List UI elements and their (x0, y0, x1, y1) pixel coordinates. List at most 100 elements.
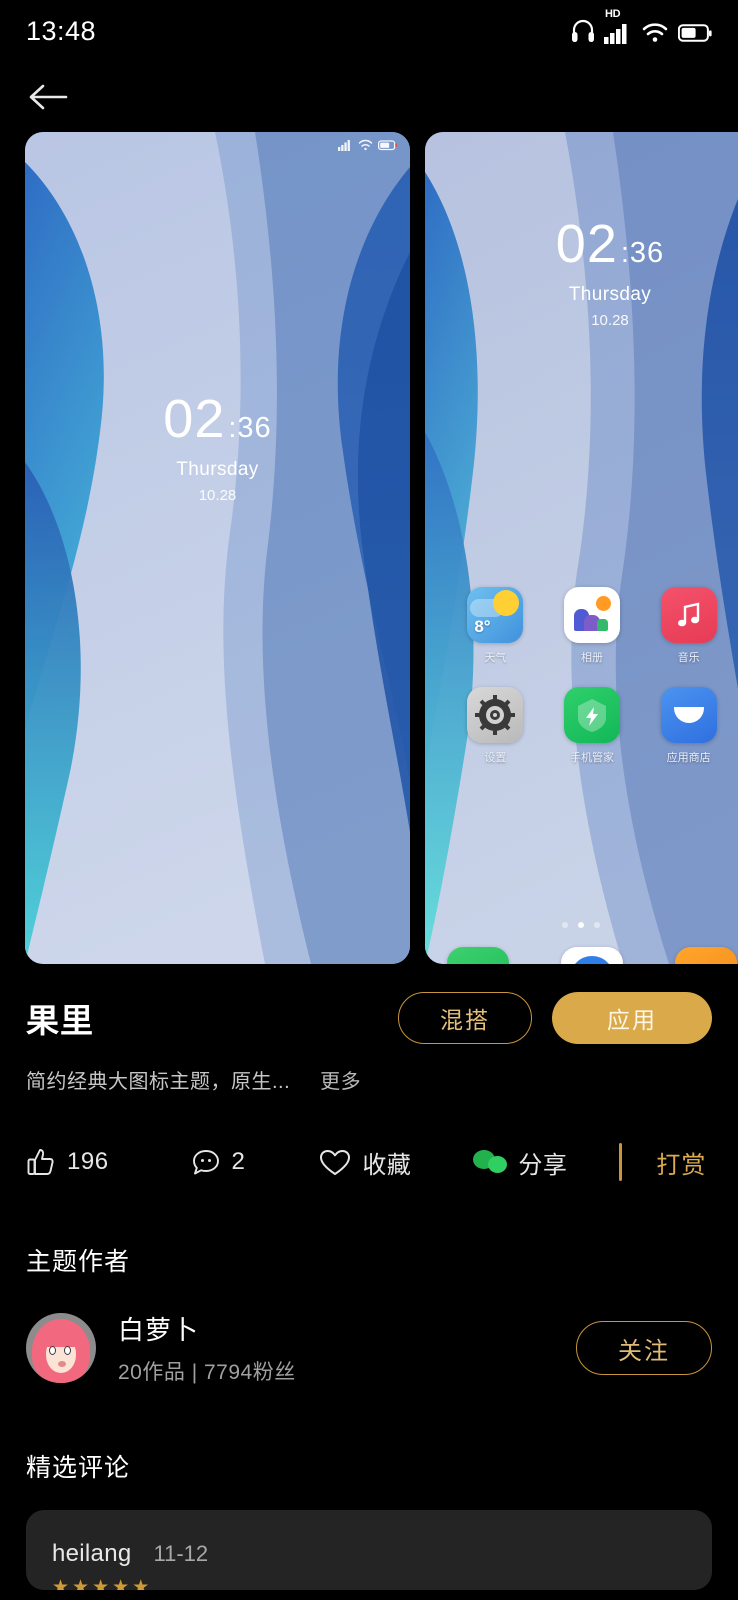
apply-button[interactable]: 应用 (552, 992, 712, 1044)
preview-card-homescreen[interactable]: 02 :36 Thursday 10.28 8° 天气 相册 音乐 设置 手机管… (425, 132, 738, 964)
app-label: 应用商店 (666, 752, 711, 764)
reward-button[interactable]: 打赏 (656, 1145, 706, 1180)
wechat-icon (473, 1148, 508, 1176)
home-dock (447, 947, 737, 964)
phone-manager-icon (563, 687, 620, 743)
comment-username: heilang (52, 1540, 132, 1567)
share-label: 分享 (518, 1151, 568, 1179)
theme-preview-gallery[interactable]: 02 :36 Thursday 10.28 02:36 Thursday 10… (0, 132, 738, 964)
phone-icon[interactable] (447, 947, 509, 964)
clock-weekday: Thursday (176, 459, 259, 480)
author-row: 白萝卜 20作品 | 7794粉丝 关注 (0, 1310, 738, 1386)
follow-button[interactable]: 关注 (576, 1321, 712, 1375)
smile-shape (673, 707, 704, 723)
comment-button[interactable]: 2 (191, 1147, 246, 1177)
lockscreen-clock: 02 :36 Thursday 10.28 (25, 392, 410, 504)
theme-info-section: 果里 混搭 应用 简约经典大图标主题，原生... 更多 196 2 收藏 分享 … (0, 985, 738, 1590)
wechat-bubble-front (488, 1156, 508, 1173)
app-label: 设置 (484, 752, 507, 764)
avatar-eye-left (49, 1346, 56, 1355)
homescreen-clock: 02 :36 Thursday 10.28 (425, 217, 738, 329)
music-icon (660, 587, 717, 643)
star-icon: ★ (112, 1577, 130, 1590)
comments-section: 精选评论 heilang 11-12 ★ ★ ★ ★ ★ (0, 1448, 738, 1590)
system-status-bar: 13:48 HD (0, 0, 738, 62)
preview-wifi-icon (358, 139, 373, 151)
star-icon: ★ (132, 1577, 150, 1590)
clock-hour: 02 (555, 214, 618, 274)
comment-header: heilang 11-12 (52, 1540, 686, 1568)
author-text: 白萝卜 20作品 | 7794粉丝 (118, 1310, 296, 1386)
navigation-bar (0, 62, 738, 132)
page-dot (562, 922, 568, 928)
app-label: 音乐 (677, 652, 700, 664)
sun-shape (493, 590, 520, 616)
preview-signal-icon (338, 140, 350, 151)
hd-signal-group: HD (604, 8, 632, 44)
clock-date: 10.28 (198, 487, 237, 504)
clock-weekday: Thursday (568, 284, 652, 305)
page-dot (594, 922, 600, 928)
title-row: 果里 混搭 应用 (0, 985, 738, 1051)
weather-icon: 8° (467, 587, 524, 643)
action-row: 196 2 收藏 分享 打赏 (0, 1138, 738, 1186)
signal-icon (604, 24, 627, 44)
action-buttons: 混搭 应用 (398, 992, 712, 1044)
star-icon: ★ (92, 1577, 110, 1590)
camera-icon[interactable] (561, 947, 623, 964)
author-info[interactable]: 白萝卜 20作品 | 7794粉丝 (26, 1310, 296, 1386)
theme-description: 简约经典大图标主题，原生... (26, 1071, 291, 1093)
app-phone-manager[interactable]: 手机管家 (555, 687, 629, 765)
star-icon: ★ (72, 1577, 90, 1590)
settings-icon (467, 687, 524, 743)
like-count: 196 (67, 1148, 109, 1175)
comment-date: 11-12 (153, 1541, 209, 1566)
hd-label: HD (605, 8, 621, 20)
app-music[interactable]: 音乐 (652, 587, 726, 665)
preview-status-bar (338, 139, 398, 151)
app-label: 手机管家 (569, 752, 614, 764)
clock-time: 02 :36 (163, 392, 271, 446)
battery-icon (678, 24, 712, 42)
comment-count: 2 (231, 1148, 246, 1175)
app-weather[interactable]: 8° 天气 (458, 587, 532, 665)
description-row: 简约经典大图标主题，原生... 更多 (0, 1065, 738, 1094)
app-label: 天气 (484, 652, 507, 664)
headphone-icon (572, 19, 594, 42)
preview-card-lockscreen[interactable]: 02 :36 Thursday 10.28 (25, 132, 410, 964)
app-label: 相册 (580, 652, 603, 664)
more-link[interactable]: 更多 (320, 1065, 361, 1094)
favorite-button[interactable]: 收藏 (319, 1145, 411, 1180)
comment-icon (192, 1150, 219, 1175)
back-button[interactable] (25, 76, 71, 118)
author-stats: 20作品 | 7794粉丝 (118, 1361, 296, 1384)
comment-rating: ★ ★ ★ ★ ★ (52, 1578, 686, 1590)
comment-card[interactable]: heilang 11-12 ★ ★ ★ ★ ★ (26, 1510, 712, 1590)
page-title: 果里 (26, 1002, 94, 1039)
app-store[interactable]: 应用商店 (652, 687, 726, 765)
wifi-icon (642, 23, 668, 42)
app-store-icon (660, 687, 717, 743)
messages-icon[interactable] (675, 947, 737, 964)
app-settings[interactable]: 设置 (458, 687, 532, 765)
page-indicator (425, 922, 737, 928)
action-divider (619, 1143, 623, 1181)
theme-detail-screen: 13:48 HD 02:36 Thursday 10.28 02:36 Th… (0, 0, 738, 1600)
author-section-heading: 主题作者 (26, 1248, 131, 1276)
mix-button[interactable]: 混搭 (398, 992, 532, 1044)
camera-ring (570, 956, 614, 964)
star-icon: ★ (52, 1577, 70, 1590)
preview-battery-icon (378, 140, 397, 151)
clock-minute: :36 (228, 412, 272, 444)
clock-minute: :36 (620, 237, 665, 269)
share-button[interactable]: 分享 (473, 1145, 567, 1180)
author-name: 白萝卜 (118, 1315, 200, 1345)
album-sun (595, 596, 611, 611)
clock-hour: 02 (163, 389, 226, 449)
clock-date: 10.28 (591, 312, 629, 329)
heart-icon (320, 1150, 351, 1175)
avatar[interactable] (26, 1313, 96, 1383)
app-album[interactable]: 相册 (555, 587, 629, 665)
like-button[interactable]: 196 (26, 1147, 109, 1177)
weather-temp: 8° (474, 617, 491, 636)
